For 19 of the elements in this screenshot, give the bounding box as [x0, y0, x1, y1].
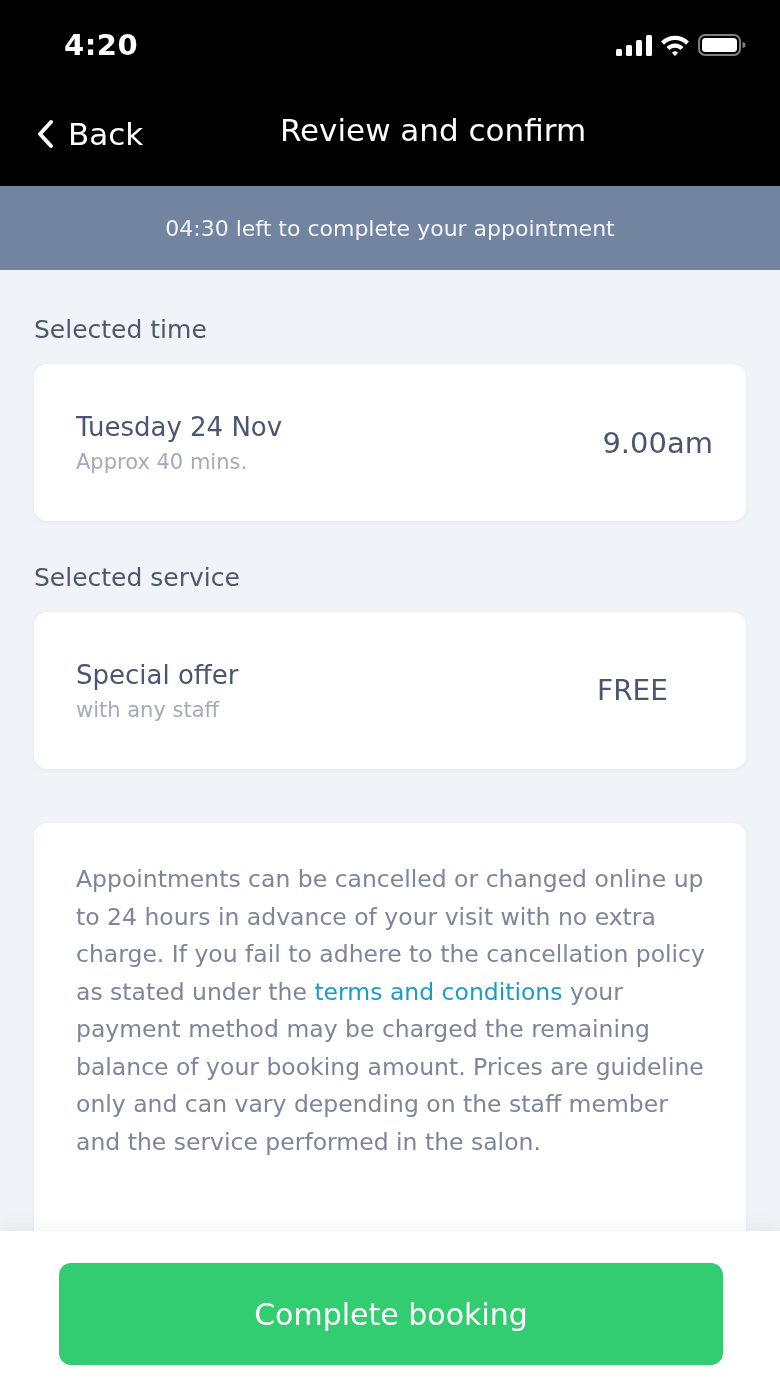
- back-button[interactable]: Back: [36, 112, 144, 156]
- service-price: FREE: [597, 674, 668, 707]
- appointment-duration: Approx 40 mins.: [76, 449, 249, 474]
- cancellation-policy-text: Appointments can be cancelled or changed online up to 24 hours in advance of your visit with no extra charge. If you fail to adhere to the cancellation policy as stated under the terms and conditions your payment method may be charged the remaining balance of your booking amount. Prices are guideline only and can vary depending on the staff member and the service performed in the salon.: [76, 864, 706, 1158]
- section-heading: Selected service: [34, 563, 240, 593]
- appointment-time: 9.00am: [602, 425, 713, 460]
- appointment-date: Tuesday 24 Nov: [76, 411, 283, 442]
- signal-icon: [616, 34, 652, 56]
- wifi-icon: [660, 34, 690, 56]
- screen-title: Review and confirm: [279, 112, 587, 148]
- countdown-text: 04:30 left to complete your appointment: [165, 215, 615, 241]
- terms-link[interactable]: terms and conditions: [314, 977, 563, 1006]
- complete-booking-button[interactable]: Complete booking: [59, 1263, 723, 1365]
- service-name: Special offer: [76, 659, 239, 690]
- staff-option: with any staff: [76, 697, 239, 722]
- chevron-left-icon: [36, 119, 54, 149]
- status-time: 4:20: [64, 28, 139, 62]
- battery-icon: [698, 34, 746, 56]
- section-heading: Selected time: [34, 315, 207, 345]
